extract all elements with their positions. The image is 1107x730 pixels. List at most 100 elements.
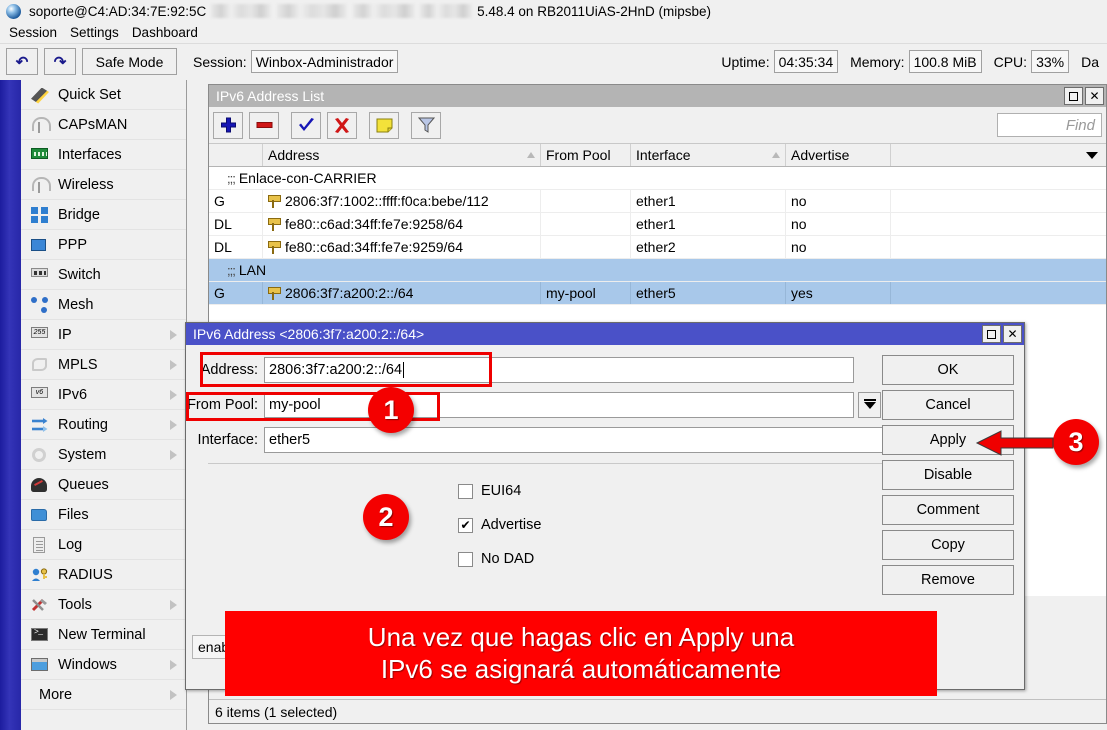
sidebar-item-label: Switch	[58, 267, 101, 283]
column-from-pool[interactable]: From Pool	[541, 144, 631, 166]
undo-arrow-icon[interactable]: ↶	[6, 48, 38, 75]
menu-dashboard[interactable]: Dashboard	[128, 25, 207, 40]
sidebar-item-queues[interactable]: Queues	[21, 470, 186, 500]
copy-button[interactable]: Copy	[882, 530, 1014, 560]
status-indicators: Uptime: 04:35:34 Memory: 100.8 MiB CPU: …	[709, 50, 1107, 73]
column-address[interactable]: Address	[263, 144, 541, 166]
sidebar-item-wireless[interactable]: Wireless	[21, 170, 186, 200]
cell-from-pool	[541, 236, 631, 258]
dialog-titlebar: IPv6 Address <2806:3f7:a200:2::/64> ✕	[186, 323, 1024, 345]
interface-input[interactable]: ether5	[264, 427, 919, 453]
cell-address: fe80::c6ad:34ff:fe7e:9259/64	[263, 236, 541, 258]
close-icon[interactable]: ✕	[1003, 325, 1022, 343]
ip-255-icon: 255	[29, 325, 50, 345]
sidebar-item-capsman[interactable]: CAPsMAN	[21, 110, 186, 140]
chevron-right-icon	[170, 330, 177, 340]
address-input-value: 2806:3f7:a200:2::/64	[269, 362, 402, 378]
redacted-block	[420, 4, 472, 18]
address-input[interactable]: 2806:3f7:a200:2::/64	[264, 357, 854, 383]
winbox-application-window: soporte@C4:AD:34:7E:92:5C 5.48.4 on RB20…	[0, 0, 1107, 730]
table-row[interactable]: ;;; Enlace-con-CARRIER	[209, 167, 1106, 190]
table-row[interactable]: G 2806:3f7:a200:2::/64 my-pool ether5 ye…	[209, 282, 1106, 305]
find-input[interactable]: Find	[997, 113, 1102, 137]
session-value[interactable]: Winbox-Administrador	[251, 50, 399, 73]
sidebar-item-files[interactable]: Files	[21, 500, 186, 530]
static-address-pin-icon	[268, 241, 279, 254]
annotation-badge-2: 2	[363, 494, 409, 540]
comment-note-icon[interactable]	[369, 112, 399, 139]
menubar: Session Settings Dashboard	[0, 23, 1107, 42]
table-row[interactable]: G 2806:3f7:1002::ffff:f0ca:bebe/112 ethe…	[209, 190, 1106, 213]
sidebar-item-label: CAPsMAN	[58, 117, 127, 133]
remove-minus-icon[interactable]	[249, 112, 279, 139]
sidebar-item-label: More	[39, 687, 72, 703]
filter-funnel-icon[interactable]	[411, 112, 441, 139]
sidebar-item-label: Tools	[58, 597, 92, 613]
chevron-right-icon	[170, 690, 177, 700]
main-toolbar: ↶ ↷ Safe Mode Session: Winbox-Administra…	[0, 43, 1107, 79]
annotation-badge-1: 1	[368, 387, 414, 433]
close-icon[interactable]: ✕	[1085, 87, 1104, 105]
sidebar-item-log[interactable]: Log	[21, 530, 186, 560]
sidebar-item-system[interactable]: System	[21, 440, 186, 470]
redacted-block	[353, 4, 415, 18]
sort-ascending-icon	[527, 152, 535, 158]
static-address-pin-icon	[268, 218, 279, 231]
sidebar-item-new-terminal[interactable]: New Terminal	[21, 620, 186, 650]
disable-button[interactable]: Disable	[882, 460, 1014, 490]
table-row[interactable]: DL fe80::c6ad:34ff:fe7e:9259/64 ether2 n…	[209, 236, 1106, 259]
table-row[interactable]: ;;; LAN	[209, 259, 1106, 282]
maximize-icon[interactable]	[1064, 87, 1083, 105]
add-plus-icon[interactable]	[213, 112, 243, 139]
sidebar-item-windows[interactable]: Windows	[21, 650, 186, 680]
comment-button[interactable]: Comment	[882, 495, 1014, 525]
from-pool-input[interactable]: my-pool	[264, 392, 854, 418]
cell-from-pool	[541, 213, 631, 235]
antenna-icon	[29, 115, 50, 135]
folder-icon	[29, 505, 50, 525]
column-advertise[interactable]: Advertise	[786, 144, 891, 166]
sidebar-item-bridge[interactable]: Bridge	[21, 200, 186, 230]
dialog-title: IPv6 Address <2806:3f7:a200:2::/64>	[193, 326, 424, 342]
cancel-button[interactable]: Cancel	[882, 390, 1014, 420]
column-interface[interactable]: Interface	[631, 144, 786, 166]
enable-check-icon[interactable]	[291, 112, 321, 139]
no-dad-checkbox[interactable]	[458, 552, 473, 567]
sidebar-item-more[interactable]: More	[21, 680, 186, 710]
sidebar-item-ipv6[interactable]: v6 IPv6	[21, 380, 186, 410]
sidebar-item-mesh[interactable]: Mesh	[21, 290, 186, 320]
remove-button[interactable]: Remove	[882, 565, 1014, 595]
sidebar-item-label: Bridge	[58, 207, 100, 223]
memory-value: 100.8 MiB	[909, 50, 982, 73]
maximize-icon[interactable]	[982, 325, 1001, 343]
from-pool-dropdown-icon[interactable]	[858, 392, 881, 418]
sidebar-item-radius[interactable]: RADIUS	[21, 560, 186, 590]
redacted-block	[211, 4, 271, 18]
window-title-device: 5.48.4 on RB2011UiAS-2HnD (mipsbe)	[477, 4, 711, 19]
cell-interface: ether5	[631, 282, 786, 304]
menu-session[interactable]: Session	[5, 25, 66, 40]
ok-button[interactable]: OK	[882, 355, 1014, 385]
safe-mode-button[interactable]: Safe Mode	[82, 48, 177, 75]
eui64-checkbox[interactable]	[458, 484, 473, 499]
sidebar-item-mpls[interactable]: MPLS	[21, 350, 186, 380]
advertise-checkbox[interactable]: ✔	[458, 518, 473, 533]
chevron-right-icon	[170, 600, 177, 610]
sidebar-item-ppp[interactable]: PPP	[21, 230, 186, 260]
chevron-right-icon	[170, 390, 177, 400]
cell-extra	[891, 282, 1106, 304]
column-flags	[209, 144, 263, 166]
column-chooser-dropdown-icon[interactable]	[1078, 144, 1106, 166]
cell-address: 2806:3f7:a200:2::/64	[263, 282, 541, 304]
sidebar-item-ip[interactable]: 255 IP	[21, 320, 186, 350]
sidebar-item-routing[interactable]: Routing	[21, 410, 186, 440]
redo-arrow-icon[interactable]: ↷	[44, 48, 76, 75]
table-row[interactable]: DL fe80::c6ad:34ff:fe7e:9258/64 ether1 n…	[209, 213, 1106, 236]
sidebar-item-label: MPLS	[58, 357, 98, 373]
sidebar-item-tools[interactable]: Tools	[21, 590, 186, 620]
disable-cross-icon[interactable]	[327, 112, 357, 139]
sidebar-item-interfaces[interactable]: Interfaces	[21, 140, 186, 170]
sidebar-item-switch[interactable]: Switch	[21, 260, 186, 290]
sidebar-item-quick-set[interactable]: Quick Set	[21, 80, 186, 110]
menu-settings[interactable]: Settings	[66, 25, 128, 40]
